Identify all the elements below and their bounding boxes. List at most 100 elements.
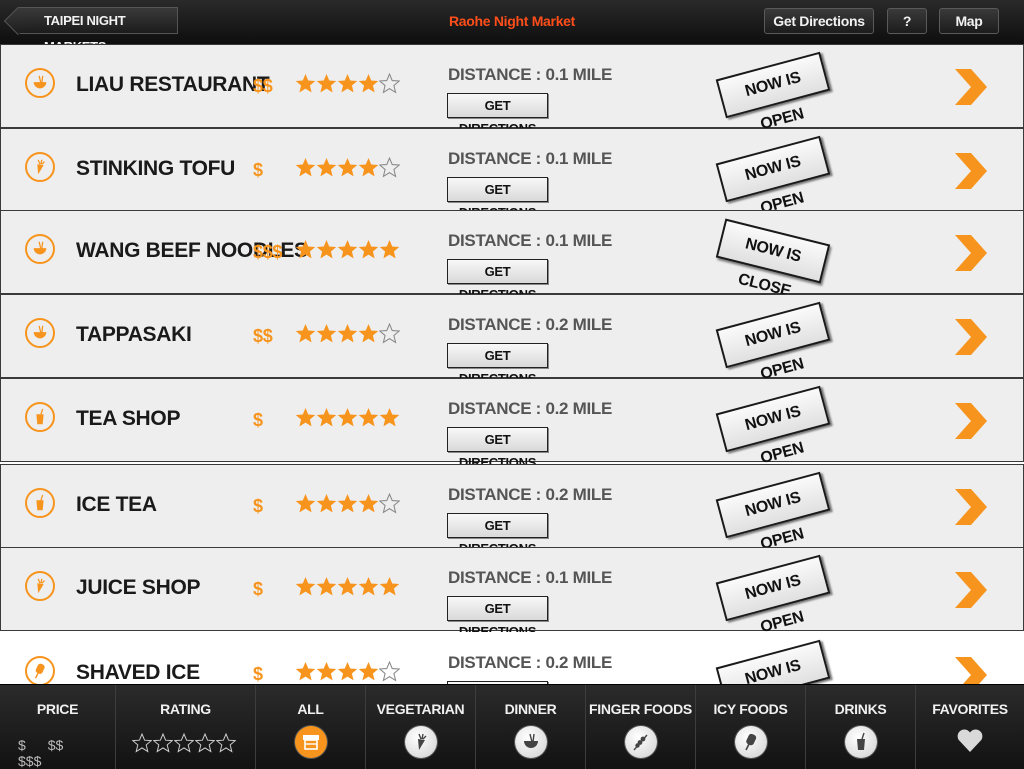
star-empty-icon (378, 492, 401, 514)
chevron-right-icon[interactable] (951, 67, 989, 107)
chevron-right-icon[interactable] (951, 233, 989, 273)
filter-dinner[interactable]: Dinner (476, 685, 586, 769)
price-option-3[interactable]: $$$ (18, 753, 41, 769)
chevron-right-icon[interactable] (951, 401, 989, 441)
restaurant-rating (295, 72, 401, 95)
get-directions-button[interactable]: Get Directions (764, 8, 874, 34)
drink-cup-icon (25, 488, 55, 518)
row-get-directions-button[interactable]: Get Directions (447, 259, 548, 302)
restaurant-row[interactable]: Juice Shop $ Distance : 0.1 mile Get Dir… (0, 547, 1024, 639)
filter-all[interactable]: All (256, 685, 366, 769)
restaurant-row[interactable]: Shaved Ice $ Distance : 0.2 mile Get Dir… (0, 632, 1024, 684)
open-status-stamp: Now is open (715, 639, 831, 684)
star-filled-icon (379, 407, 400, 428)
star-filled-icon (295, 493, 316, 514)
star-filled-icon (316, 576, 337, 597)
row-get-directions-button[interactable]: Get Directions (447, 177, 548, 220)
chevron-right-icon[interactable] (951, 151, 989, 191)
row-get-directions-button[interactable]: Get Directions (447, 343, 548, 386)
skewer-icon (625, 726, 657, 758)
star-filled-icon (358, 239, 379, 260)
star-filled-icon (295, 661, 316, 682)
star-filled-icon (316, 239, 337, 260)
price-filter: Price $ $$ $$$ (0, 685, 116, 769)
star-empty-icon[interactable] (152, 732, 174, 753)
star-empty-icon[interactable] (173, 732, 195, 753)
restaurant-name: Stinking Tofu (76, 157, 236, 180)
restaurant-distance: Distance : 0.1 mile (448, 231, 613, 250)
star-filled-icon (337, 323, 358, 344)
star-empty-icon[interactable] (194, 732, 216, 753)
noodle-bowl-icon (515, 726, 547, 758)
top-navigation-bar: Taipei Night Markets Raohe Night Market … (0, 0, 1024, 54)
row-get-directions-button[interactable]: Get Directions (447, 513, 548, 556)
filter-favorites[interactable]: Favorites (916, 685, 1024, 769)
restaurant-rating (295, 576, 400, 598)
filter-label: Icy Foods (713, 701, 788, 717)
star-filled-icon (337, 661, 358, 682)
restaurant-row[interactable]: Ice Tea $ Distance : 0.2 mile Get Direct… (0, 464, 1024, 556)
filter-label: Finger Foods (589, 701, 692, 717)
restaurant-name: Tappasaki (76, 323, 192, 346)
star-filled-icon (358, 323, 379, 344)
star-filled-icon (358, 576, 379, 597)
star-filled-icon (295, 576, 316, 597)
star-filled-icon (337, 73, 358, 94)
drink-cup-icon (25, 402, 55, 432)
noodle-bowl-icon (25, 68, 55, 98)
restaurant-list[interactable]: Liau Restaurant $$ Distance : 0.1 mile G… (0, 44, 1024, 684)
star-empty-icon (378, 660, 401, 682)
row-get-directions-button[interactable]: Get Directions (447, 596, 548, 639)
row-get-directions-button[interactable]: Get Directions (447, 93, 548, 136)
price-option-2[interactable]: $$ (48, 737, 64, 753)
star-filled-icon (295, 157, 316, 178)
help-button[interactable]: ? (887, 8, 927, 34)
star-filled-icon (337, 157, 358, 178)
star-filled-icon (295, 239, 316, 260)
rating-filter: Rating (116, 685, 256, 769)
filter-label: Vegetarian (376, 701, 465, 717)
star-filled-icon (316, 661, 337, 682)
restaurant-distance: Distance : 0.1 mile (448, 568, 613, 587)
chevron-right-icon[interactable] (951, 655, 989, 684)
price-filter-label: Price (36, 701, 79, 717)
price-options: $ $$ $$$ (18, 737, 115, 769)
restaurant-rating (295, 322, 401, 345)
star-empty-icon (378, 322, 401, 344)
restaurant-rating (295, 407, 400, 429)
rating-filter-stars[interactable] (131, 732, 237, 753)
star-empty-icon[interactable] (215, 732, 237, 753)
star-empty-icon (378, 156, 401, 178)
restaurant-price: $$ (253, 326, 273, 346)
filter-icy-foods[interactable]: Icy Foods (696, 685, 806, 769)
chevron-right-icon[interactable] (951, 317, 989, 357)
filter-vegetarian[interactable]: Vegetarian (366, 685, 476, 769)
star-filled-icon (337, 493, 358, 514)
restaurant-rating (295, 156, 401, 179)
restaurant-price: $ (253, 664, 263, 684)
price-option-1[interactable]: $ (18, 737, 26, 753)
star-filled-icon (358, 73, 379, 94)
restaurant-row[interactable]: Liau Restaurant $$ Distance : 0.1 mile G… (0, 44, 1024, 136)
row-get-directions-button[interactable]: Get Directions (447, 427, 548, 470)
star-empty-icon[interactable] (131, 732, 153, 753)
open-status-stamp: Now is open (715, 385, 831, 467)
chevron-right-icon[interactable] (951, 570, 989, 610)
restaurant-row[interactable]: Tea Shop $ Distance : 0.2 mile Get Direc… (0, 378, 1024, 470)
heart-icon (955, 725, 985, 760)
restaurant-distance: Distance : 0.1 mile (448, 65, 613, 84)
star-filled-icon (379, 576, 400, 597)
restaurant-name: Liau Restaurant (76, 73, 270, 96)
chevron-right-icon[interactable] (951, 487, 989, 527)
restaurant-distance: Distance : 0.2 mile (448, 315, 613, 334)
restaurant-row[interactable]: Tappasaki $$ Distance : 0.2 mile Get Dir… (0, 294, 1024, 386)
filter-drinks[interactable]: Drinks (806, 685, 916, 769)
restaurant-row[interactable]: Wang Beef Noodles $$$ Distance : 0.1 mil… (0, 210, 1024, 302)
restaurant-row[interactable]: Stinking Tofu $ Distance : 0.1 mile Get … (0, 128, 1024, 220)
star-filled-icon (295, 323, 316, 344)
restaurant-rating (295, 660, 401, 683)
filter-finger-foods[interactable]: Finger Foods (586, 685, 696, 769)
back-button[interactable]: Taipei Night Markets (18, 7, 178, 54)
star-filled-icon (358, 407, 379, 428)
map-button[interactable]: Map (939, 8, 999, 34)
